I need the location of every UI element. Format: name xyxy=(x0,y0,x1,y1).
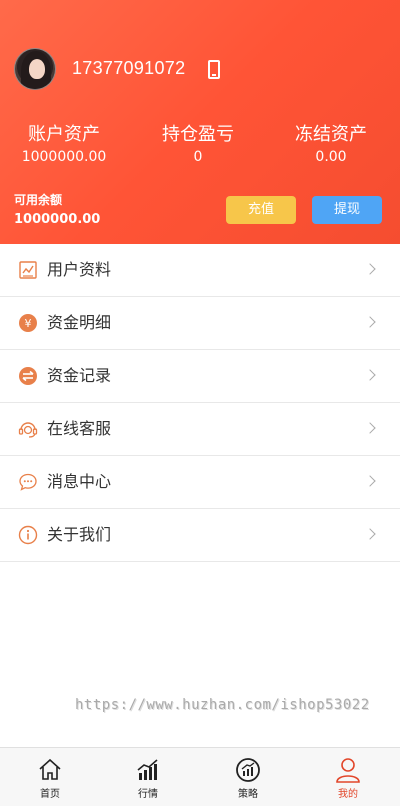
user-icon xyxy=(336,758,360,783)
bottom-tab-bar: 首页 行情 策略 我的 xyxy=(0,747,400,806)
info-icon xyxy=(18,525,38,545)
recharge-button[interactable]: 充值 xyxy=(226,196,296,224)
profile-header: 17377091072 账户资产 1000000.00 持仓盈亏 0 冻结资产 … xyxy=(0,0,400,244)
tab-mine[interactable]: 我的 xyxy=(298,748,398,806)
stat-value: 1000000.00 xyxy=(21,149,107,165)
tab-market[interactable]: 行情 xyxy=(98,748,198,806)
menu-item-about-us[interactable]: 关于我们 xyxy=(0,509,400,562)
available-balance: 可用余额 1000000.00 xyxy=(14,192,100,229)
phone-number: 17377091072 xyxy=(72,58,186,78)
available-value: 1000000.00 xyxy=(14,212,101,227)
chart-icon xyxy=(137,759,158,780)
chevron-right-icon xyxy=(364,369,376,381)
yuan-icon: ¥ xyxy=(19,314,37,332)
chevron-right-icon xyxy=(364,475,376,487)
menu-item-fund-details[interactable]: ¥ 资金明细 xyxy=(0,297,400,350)
menu-item-label: 资金记录 xyxy=(47,366,112,385)
chat-icon xyxy=(19,473,37,491)
chevron-right-icon xyxy=(364,316,376,328)
profile-icon xyxy=(19,261,37,279)
watermark-url: https://www.huzhan.com/ishop53022 xyxy=(75,697,370,713)
tab-label: 行情 xyxy=(138,789,158,800)
menu-item-customer-service[interactable]: 在线客服 xyxy=(0,403,400,456)
menu-item-label: 资金明细 xyxy=(47,313,112,332)
chevron-right-icon xyxy=(364,263,376,275)
svg-text:¥: ¥ xyxy=(25,317,32,330)
menu-item-message-center[interactable]: 消息中心 xyxy=(0,456,400,509)
stat-label: 持仓盈亏 xyxy=(162,124,234,145)
tab-home[interactable]: 首页 xyxy=(0,748,100,806)
avatar[interactable] xyxy=(14,48,56,90)
stat-label: 账户资产 xyxy=(28,124,100,145)
strategy-icon xyxy=(236,758,260,782)
stat-position-pnl: 持仓盈亏 0 xyxy=(138,124,258,166)
menu-item-profile[interactable]: 用户资料 xyxy=(0,244,400,297)
headset-icon xyxy=(18,422,38,438)
stat-value: 0 xyxy=(193,149,203,165)
menu-list: 用户资料 ¥ 资金明细 资金记录 在线客服 消息中心 关于我们 xyxy=(0,244,400,562)
stat-frozen-assets: 冻结资产 0.00 xyxy=(271,124,391,166)
tab-label: 首页 xyxy=(40,789,60,800)
menu-item-label: 用户资料 xyxy=(47,260,112,279)
transfer-icon xyxy=(19,367,37,385)
home-icon xyxy=(39,758,61,780)
available-label: 可用余额 xyxy=(14,193,63,207)
stat-account-assets: 账户资产 1000000.00 xyxy=(4,124,124,166)
chevron-right-icon xyxy=(364,528,376,540)
menu-item-label: 在线客服 xyxy=(47,419,112,438)
mobile-phone-icon xyxy=(208,60,220,79)
chevron-right-icon xyxy=(364,422,376,434)
tab-label: 我的 xyxy=(338,789,358,800)
menu-item-fund-records[interactable]: 资金记录 xyxy=(0,350,400,403)
tab-label: 策略 xyxy=(238,789,258,800)
stat-value: 0.00 xyxy=(315,149,347,165)
menu-item-label: 消息中心 xyxy=(47,472,112,491)
menu-item-label: 关于我们 xyxy=(47,525,112,544)
tab-strategy[interactable]: 策略 xyxy=(198,748,298,806)
stat-label: 冻结资产 xyxy=(295,124,367,145)
withdraw-button[interactable]: 提现 xyxy=(312,196,382,224)
